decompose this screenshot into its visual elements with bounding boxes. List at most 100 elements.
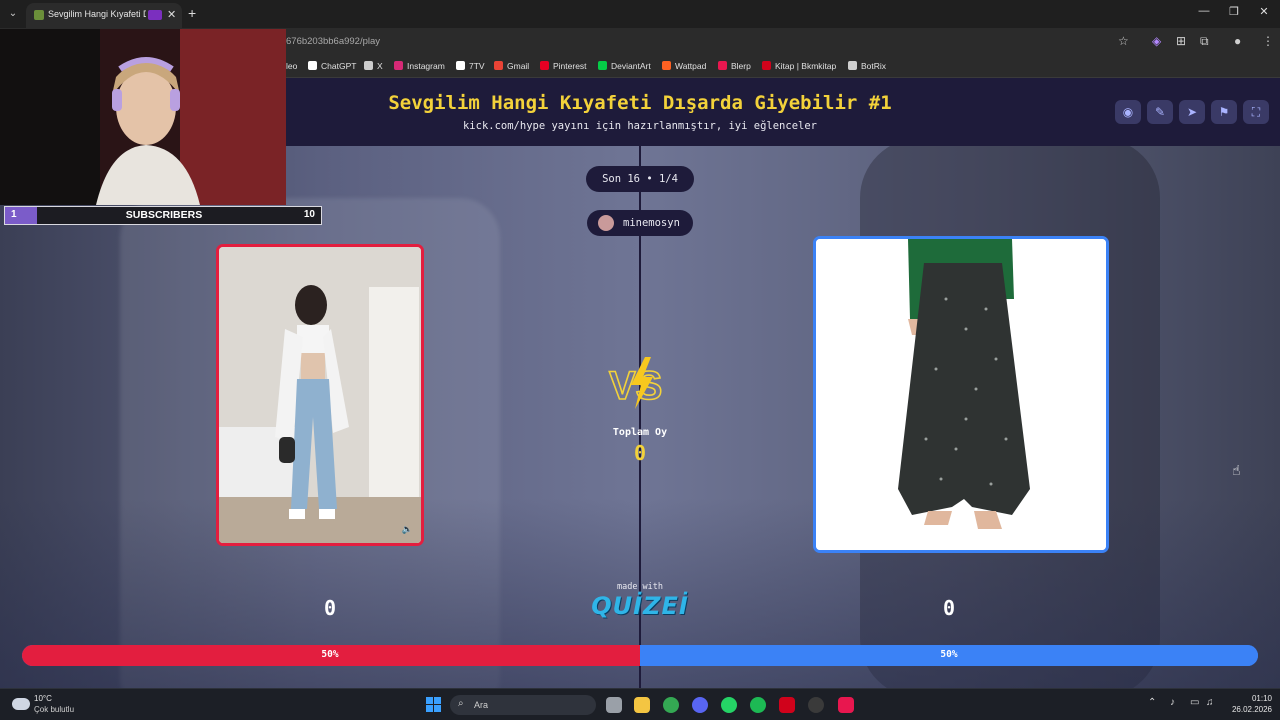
share-icon[interactable]: ➤ xyxy=(1179,100,1205,124)
flag-icon[interactable]: ⚑ xyxy=(1211,100,1237,124)
bookmark-label: Blerp xyxy=(731,61,751,71)
bookmark-label: 7TV xyxy=(469,61,485,71)
tab-close-icon[interactable]: ✕ xyxy=(167,8,176,21)
network-icon[interactable]: ▭ xyxy=(1190,697,1199,708)
clock-time[interactable]: 01:10 xyxy=(1232,694,1272,703)
creator-badge[interactable]: minemosyn xyxy=(587,210,693,236)
bookmark-leo[interactable]: leo xyxy=(286,61,297,71)
right-percent: 50% xyxy=(940,649,958,660)
bookmark-favicon-icon xyxy=(762,61,771,70)
bookmark-instagram[interactable]: Instagram xyxy=(394,61,445,71)
eye-icon[interactable]: ◉ xyxy=(1115,100,1141,124)
taskbar-search[interactable]: ⌕ Ara xyxy=(450,695,596,715)
creator-avatar xyxy=(598,215,614,231)
bookmark-star-icon[interactable]: ☆ xyxy=(1118,34,1129,48)
spotify-icon[interactable] xyxy=(750,697,766,713)
subscriber-label: SUBSCRIBERS xyxy=(125,209,203,221)
mouse-cursor-icon: ☝ xyxy=(1232,462,1241,478)
obs-icon[interactable] xyxy=(808,697,824,713)
webcam-overlay xyxy=(0,29,286,205)
url-field[interactable]: 676b203bb6a992/play xyxy=(286,36,380,47)
bookmark-favicon-icon xyxy=(598,61,607,70)
bookmark-favicon-icon xyxy=(394,61,403,70)
fullscreen-icon[interactable]: ⛶ xyxy=(1243,100,1269,124)
bookmark-blerp[interactable]: Blerp xyxy=(718,61,751,71)
bookmark-label: Kitap | Bkmkitap xyxy=(775,61,837,71)
whatsapp-icon[interactable] xyxy=(721,697,737,713)
file-explorer-icon[interactable] xyxy=(634,697,650,713)
bookmark-gmail[interactable]: Gmail xyxy=(494,61,529,71)
bookmark-label: BotRix xyxy=(861,61,887,71)
screen: ⌄ Sevgilim Hangi Kıyafeti Dış ✕ + — ❐ ✕ … xyxy=(0,0,1280,720)
bookmark-label: DeviantArt xyxy=(611,61,651,71)
quizei-logo[interactable]: QUİZEİ xyxy=(580,592,700,620)
weather-temperature: 10°C xyxy=(34,694,52,703)
tray-chevron-icon[interactable]: ⌃ xyxy=(1148,697,1156,708)
bookmark-label: Gmail xyxy=(507,61,530,71)
window-close-icon[interactable]: ✕ xyxy=(1254,5,1274,18)
tab-search-chevron-icon[interactable]: ⌄ xyxy=(6,7,20,21)
profile-avatar-icon[interactable]: ● xyxy=(1234,34,1241,48)
windows-start-icon[interactable] xyxy=(426,697,441,712)
tab-recording-icon xyxy=(148,10,162,20)
weather-description: Çok bulutlu xyxy=(34,705,75,714)
round-indicator: Son 16 • 1/4 xyxy=(586,166,694,192)
minimize-icon[interactable]: — xyxy=(1194,5,1214,17)
edit-icon[interactable]: ✎ xyxy=(1147,100,1173,124)
bookmark-chatgpt[interactable]: ChatGPT xyxy=(308,61,356,71)
bookmark-x[interactable]: X xyxy=(364,61,383,71)
discord-icon[interactable] xyxy=(692,697,708,713)
bookmark-label: leo xyxy=(286,61,298,71)
right-score: 0 xyxy=(942,596,956,620)
app-red-icon[interactable] xyxy=(779,697,795,713)
bookmark-wattpad[interactable]: Wattpad xyxy=(662,61,706,71)
made-with-label: made with xyxy=(616,582,664,592)
reader-icon[interactable]: ⊞ xyxy=(1176,34,1186,48)
restore-icon[interactable]: ❐ xyxy=(1224,5,1244,18)
bookmark-favicon-icon xyxy=(540,61,549,70)
search-placeholder: Ara xyxy=(474,700,489,710)
browser-tab[interactable]: Sevgilim Hangi Kıyafeti Dış ✕ xyxy=(26,3,182,28)
extension-badge-icon[interactable]: ◈ xyxy=(1152,34,1161,48)
app-pink-icon[interactable] xyxy=(838,697,854,713)
new-tab-icon[interactable]: + xyxy=(188,5,196,21)
cloud-icon[interactable] xyxy=(12,698,30,710)
streamer-video xyxy=(0,29,286,205)
extensions-icon[interactable]: ⧉ xyxy=(1200,34,1209,49)
windows-taskbar: 10°C Çok bulutlu ⌕ Ara ⌃ ♪ ▭ ♫ 01:10 26.… xyxy=(0,688,1280,720)
bookmark-kitap-bkmkitap[interactable]: Kitap | Bkmkitap xyxy=(762,61,836,71)
bookmark-favicon-icon xyxy=(494,61,503,70)
volume-icon[interactable]: ♫ xyxy=(1206,697,1214,708)
subscriber-goal: 10 xyxy=(303,209,315,220)
svg-text:VS: VS xyxy=(609,364,662,408)
browser-tab-strip: ⌄ Sevgilim Hangi Kıyafeti Dış ✕ + — ❐ ✕ xyxy=(0,0,1280,28)
tab-favicon-icon xyxy=(34,10,44,20)
bookmark-label: Instagram xyxy=(407,61,445,71)
bookmark-label: Wattpad xyxy=(675,61,707,71)
bookmark-favicon-icon xyxy=(308,61,317,70)
bookmark-pinterest[interactable]: Pinterest xyxy=(540,61,587,71)
total-votes-label: Toplam Oy xyxy=(612,427,668,438)
bookmark-7tv[interactable]: 7TV xyxy=(456,61,485,71)
option-left-card[interactable]: 🔈 xyxy=(216,244,424,546)
chrome-icon[interactable] xyxy=(663,697,679,713)
bookmark-label: ChatGPT xyxy=(321,61,357,71)
left-percent: 50% xyxy=(321,649,339,660)
vs-lightning-icon: VS xyxy=(608,357,663,409)
vote-progress-bar: 50% 50% xyxy=(22,645,1258,666)
bookmark-favicon-icon xyxy=(456,61,465,70)
task-view-icon[interactable] xyxy=(606,697,622,713)
clock-date[interactable]: 26.02.2026 xyxy=(1222,705,1272,714)
bookmark-deviantart[interactable]: DeviantArt xyxy=(598,61,651,71)
option-right-image xyxy=(816,239,1106,550)
bookmark-label: X xyxy=(377,61,383,71)
left-score: 0 xyxy=(323,596,337,620)
browser-menu-icon[interactable]: ⋮ xyxy=(1262,34,1274,48)
bookmark-favicon-icon xyxy=(364,61,373,70)
option-left-image xyxy=(219,247,421,543)
option-right-card[interactable] xyxy=(813,236,1109,553)
bookmark-favicon-icon xyxy=(848,61,857,70)
mute-icon[interactable]: 🔈 xyxy=(402,524,413,535)
microphone-icon[interactable]: ♪ xyxy=(1170,697,1175,708)
bookmark-botrix[interactable]: BotRix xyxy=(848,61,886,71)
